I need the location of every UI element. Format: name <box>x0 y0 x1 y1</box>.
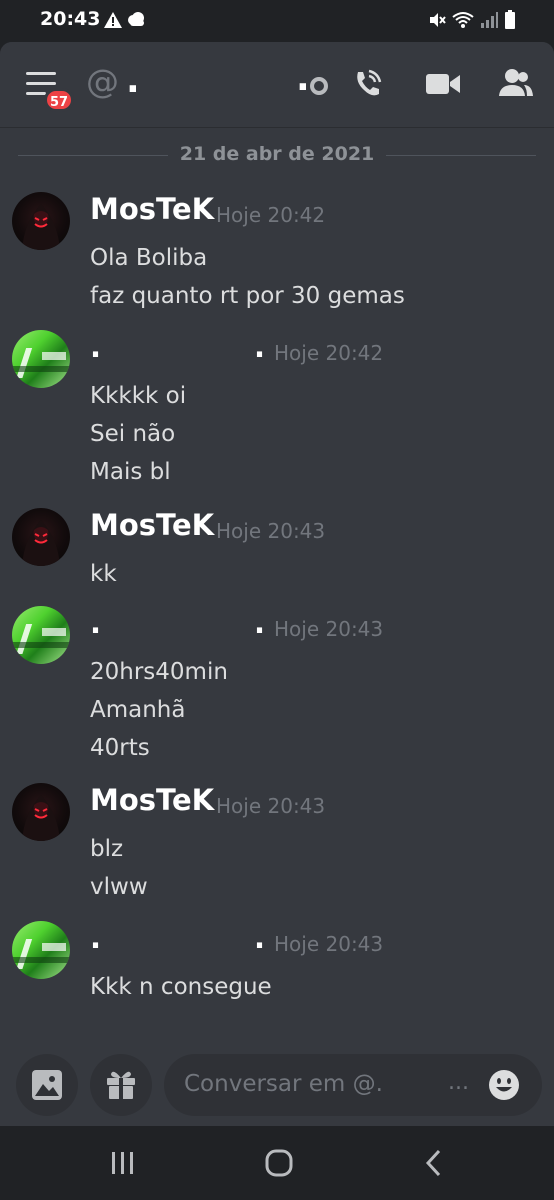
cloud-icon <box>128 12 144 26</box>
message-text: Sei não <box>90 421 176 447</box>
image-upload-button[interactable] <box>16 1054 78 1116</box>
gift-button[interactable] <box>90 1054 152 1116</box>
gift-icon <box>107 1071 135 1099</box>
home-icon[interactable] <box>264 1148 294 1178</box>
message-author[interactable]: . <box>90 606 101 640</box>
message-text: Kkk n consegue <box>90 974 272 1000</box>
video-icon[interactable] <box>426 72 460 96</box>
message-text: Ola Boliba <box>90 245 208 271</box>
recent-apps-icon[interactable] <box>110 1150 136 1176</box>
status-indicator-icon <box>310 77 328 95</box>
avatar[interactable] <box>12 921 70 979</box>
message-text: Amanhã <box>90 697 186 723</box>
message-text: Mais bl <box>90 459 171 485</box>
message-author[interactable]: . <box>90 330 101 364</box>
avatar[interactable] <box>12 783 70 841</box>
mute-icon <box>430 13 446 27</box>
members-icon[interactable] <box>498 68 534 98</box>
header-username-dot: . <box>296 58 310 99</box>
signal-icon <box>481 12 498 28</box>
message-text: 20hrs40min <box>90 659 228 685</box>
message-timestamp: Hoje 20:43 <box>274 617 384 641</box>
chat-app: 57 @ . . 21 de abr de 2021 MosTeK Hoje 2… <box>0 42 554 1126</box>
message-author[interactable]: MosTeK <box>90 192 214 226</box>
message-timestamp: Hoje 20:43 <box>216 519 326 543</box>
message-text: vlww <box>90 874 148 900</box>
back-icon[interactable] <box>424 1148 444 1178</box>
message-author-suffix: . <box>254 330 266 364</box>
message-text: faz quanto rt por 30 gemas <box>90 283 405 309</box>
battery-icon <box>505 10 515 29</box>
avatar[interactable] <box>12 508 70 566</box>
phone-call-icon[interactable] <box>352 68 382 100</box>
channel-header: 57 @ . . <box>0 42 554 128</box>
at-icon: @ <box>86 62 119 101</box>
image-icon <box>32 1070 62 1100</box>
input-ellipsis: ... <box>448 1070 469 1095</box>
wifi-icon <box>452 12 474 28</box>
system-nav-bar <box>0 1126 554 1200</box>
message-author[interactable]: MosTeK <box>90 508 214 542</box>
message-timestamp: Hoje 20:43 <box>274 932 384 956</box>
message-author-suffix: . <box>254 921 266 955</box>
message-input-placeholder: Conversar em @. <box>184 1071 383 1097</box>
message-text: kk <box>90 561 117 587</box>
status-bar: 20:43 <box>0 0 554 40</box>
avatar[interactable] <box>12 192 70 250</box>
warning-icon <box>104 12 122 28</box>
message-author[interactable]: . <box>90 921 101 955</box>
message-author[interactable]: MosTeK <box>90 783 214 817</box>
message-text: 40rts <box>90 735 150 761</box>
date-divider-text: 21 de abr de 2021 <box>167 143 387 165</box>
message-author-suffix: . <box>254 606 266 640</box>
notification-badge: 57 <box>44 88 75 112</box>
message-timestamp: Hoje 20:43 <box>216 794 326 818</box>
channel-name: . <box>126 60 140 101</box>
date-divider: 21 de abr de 2021 <box>18 143 536 167</box>
status-time: 20:43 <box>40 8 101 30</box>
avatar[interactable] <box>12 330 70 388</box>
message-timestamp: Hoje 20:42 <box>274 341 384 365</box>
composer-bar: Conversar em @. ... <box>0 1050 554 1126</box>
message-text: blz <box>90 836 124 862</box>
message-text: Kkkkk oi <box>90 383 187 409</box>
message-timestamp: Hoje 20:42 <box>216 203 326 227</box>
avatar[interactable] <box>12 606 70 664</box>
message-input[interactable]: Conversar em @. ... <box>164 1054 542 1116</box>
emoji-icon[interactable] <box>488 1069 520 1101</box>
